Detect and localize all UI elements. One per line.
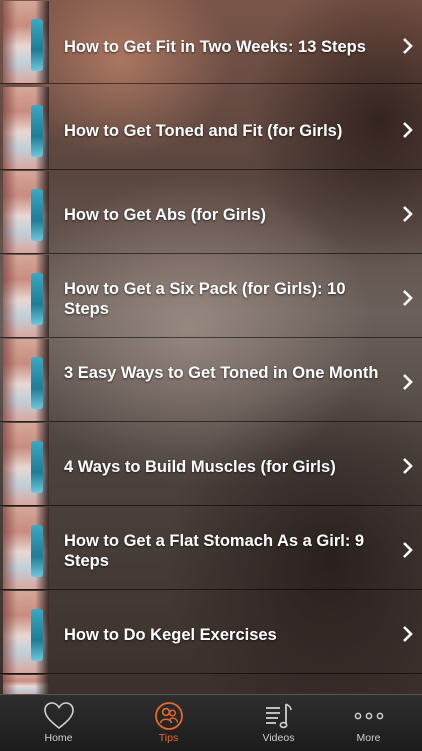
chevron-right-icon [403, 122, 413, 138]
tab-tips[interactable]: Tips [116, 695, 221, 751]
article-row[interactable]: How to Get Fit in Two Weeks: 13 Steps [0, 0, 422, 84]
tab-more[interactable]: More [316, 695, 421, 751]
chevron-right-icon [403, 206, 413, 222]
heart-icon [44, 702, 74, 730]
article-title: How to Do Kegel Exercises [64, 626, 277, 644]
article-title: How to Get Abs (for Girls) [64, 206, 266, 224]
article-thumbnail [3, 675, 49, 695]
article-list: How to Get Fit in Two Weeks: 13 Steps Ho… [0, 0, 422, 695]
article-row[interactable] [0, 674, 422, 695]
article-thumbnail [3, 423, 49, 505]
article-row[interactable]: How to Get a Flat Stomach As a Girl: 9 S… [0, 506, 422, 590]
article-row[interactable]: How to Get Abs (for Girls) [0, 170, 422, 254]
article-row[interactable]: 4 Ways to Build Muscles (for Girls) [0, 422, 422, 506]
chevron-right-icon [403, 38, 413, 54]
chevron-right-icon [403, 374, 413, 390]
tab-label: More [356, 732, 381, 744]
more-dots-icon [354, 712, 384, 720]
article-title: How to Get Toned and Fit (for Girls) [64, 122, 343, 140]
tab-home[interactable]: Home [6, 695, 111, 751]
article-thumbnail [3, 255, 49, 337]
users-icon [155, 702, 183, 730]
article-title: 4 Ways to Build Muscles (for Girls) [64, 458, 336, 476]
article-row[interactable]: How to Get Toned and Fit (for Girls) [0, 86, 422, 170]
article-row[interactable]: How to Do Kegel Exercises [0, 590, 422, 674]
article-title: How to Get a Six Pack (for Girls): 10 St… [64, 280, 346, 318]
article-title: How to Get a Flat Stomach As a Girl: 9 S… [64, 532, 365, 570]
article-thumbnail [3, 507, 49, 589]
article-thumbnail [3, 339, 49, 421]
tab-label: Tips [158, 732, 179, 744]
article-thumbnail [3, 591, 49, 673]
article-thumbnail [3, 171, 49, 253]
chevron-right-icon [403, 626, 413, 642]
chevron-right-icon [403, 290, 413, 306]
tab-label: Home [44, 732, 73, 744]
article-row[interactable]: 3 Easy Ways to Get Toned in One Month [0, 338, 422, 422]
article-title: How to Get Fit in Two Weeks: 13 Steps [64, 38, 366, 56]
chevron-right-icon [403, 542, 413, 558]
music-list-icon [266, 703, 292, 729]
chevron-right-icon [403, 458, 413, 474]
article-thumbnail [3, 87, 49, 169]
tab-bar: Home Tips Videos More [0, 694, 422, 751]
article-thumbnail [3, 1, 49, 83]
article-row[interactable]: How to Get a Six Pack (for Girls): 10 St… [0, 254, 422, 338]
article-title: 3 Easy Ways to Get Toned in One Month [64, 364, 379, 382]
